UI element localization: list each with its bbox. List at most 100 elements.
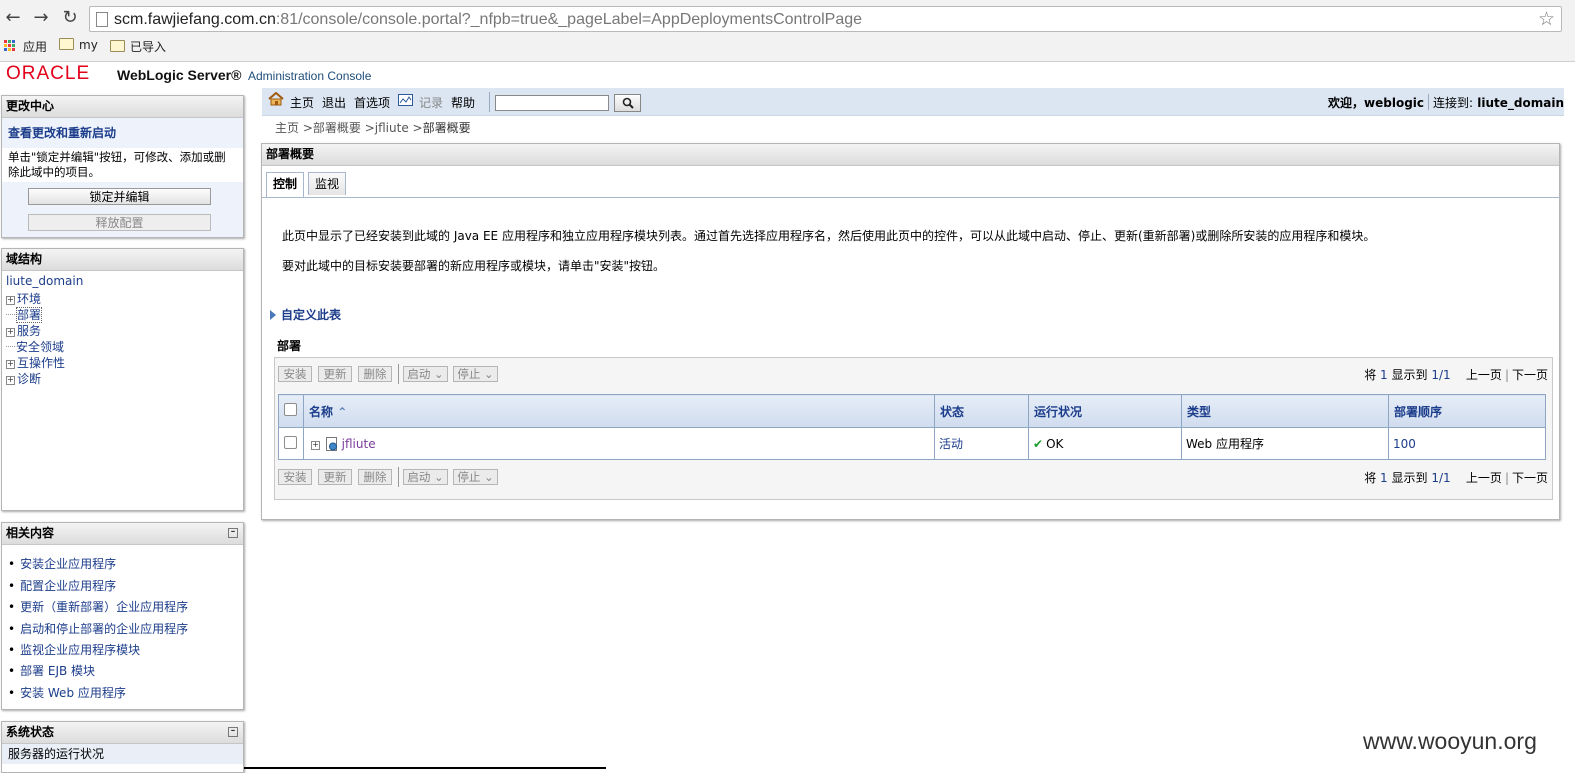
tree-item-security-realms[interactable]: 安全领域 [6, 338, 64, 355]
home-link[interactable]: 主页 [290, 94, 314, 111]
expand-icon[interactable]: + [311, 440, 320, 450]
column-order[interactable]: 部署顺序 [1388, 394, 1546, 428]
next-page-link[interactable]: 下一页 [1512, 471, 1548, 485]
record-icon[interactable] [398, 94, 413, 106]
apps-grid-icon[interactable] [4, 40, 16, 52]
sort-ascending-icon[interactable]: ⌃ [337, 405, 347, 419]
bookmark-my[interactable]: my [59, 38, 98, 52]
related-link-deploy-ejb[interactable]: • 部署 EJB 模块 [8, 662, 95, 679]
customize-table-link[interactable]: 自定义此表 [270, 306, 341, 323]
related-link-config-enterprise[interactable]: • 配置企业应用程序 [8, 577, 116, 594]
select-all-checkbox[interactable] [284, 403, 297, 416]
order-link[interactable]: 100 [1393, 437, 1416, 451]
preferences-link[interactable]: 首选项 [354, 94, 390, 111]
related-link-text[interactable]: 启动和停止部署的企业应用程序 [20, 622, 188, 636]
install-button[interactable]: 安装 [278, 469, 312, 485]
expand-icon[interactable]: + [6, 376, 15, 385]
expand-icon[interactable]: + [6, 360, 15, 369]
tree-label[interactable]: 安全领域 [16, 340, 64, 354]
browser-chrome: ← → ↻ scm.fawjiefang.com.cn:81/console/c… [0, 0, 1575, 62]
related-link-monitor-modules[interactable]: • 监视企业应用程序模块 [8, 641, 140, 658]
breadcrumb-app[interactable]: jfliute [375, 121, 409, 135]
breadcrumb-home[interactable]: 主页 [275, 121, 299, 135]
delete-button[interactable]: 删除 [358, 366, 392, 382]
address-bar[interactable]: scm.fawjiefang.com.cn:81/console/console… [89, 6, 1562, 32]
type-cell: Web 应用程序 [1181, 427, 1389, 460]
install-button[interactable]: 安装 [278, 366, 312, 382]
tab-control[interactable]: 控制 [266, 172, 304, 197]
domain-structure-panel: 域结构 liute_domain + 环境 部署 + 服务 安全领域 + 互操作性 +… [1, 248, 244, 511]
start-dropdown[interactable]: 启动 ⌄ [403, 469, 448, 485]
state-cell: 活动 [934, 427, 1029, 460]
table-actions-bottom: 安装 更新 删除 启动 ⌄ 停止 ⌄ 将 1 显示到 1/1 上一页 | 下一页 [278, 467, 1548, 487]
bookmark-imported[interactable]: 已导入 [110, 38, 166, 55]
back-icon[interactable]: ← [2, 7, 24, 29]
prev-page-link[interactable]: 上一页 [1466, 368, 1502, 382]
app-name-link[interactable]: jfliute [342, 437, 376, 451]
url-text[interactable]: scm.fawjiefang.com.cn:81/console/console… [114, 11, 862, 29]
tree-label[interactable]: 互操作性 [17, 356, 65, 370]
prev-page-link[interactable]: 上一页 [1466, 471, 1502, 485]
tree-item-deployments[interactable]: 部署 [6, 306, 43, 323]
breadcrumb-deploy-summary[interactable]: 部署概要 [313, 121, 361, 135]
folder-icon [59, 38, 74, 50]
reload-icon[interactable]: ↻ [59, 7, 81, 29]
tree-label[interactable]: 部署 [16, 307, 43, 323]
web-app-icon [325, 436, 337, 451]
collapse-icon[interactable]: – [228, 528, 238, 538]
search-input[interactable] [495, 95, 609, 111]
related-link-text[interactable]: 安装 Web 应用程序 [20, 686, 126, 700]
tree-label[interactable]: 环境 [17, 292, 41, 306]
bookmark-apps[interactable]: 应用 [23, 38, 47, 55]
stop-dropdown[interactable]: 停止 ⌄ [453, 469, 498, 485]
column-name-label[interactable]: 名称 [309, 405, 333, 419]
column-health[interactable]: 运行状况 [1028, 394, 1182, 428]
column-state[interactable]: 状态 [934, 394, 1029, 428]
tree-item-environment[interactable]: + 环境 [6, 290, 41, 307]
expand-icon[interactable]: + [6, 296, 15, 305]
related-link-start-stop[interactable]: • 启动和停止部署的企业应用程序 [8, 620, 188, 637]
related-link-text[interactable]: 部署 EJB 模块 [20, 664, 95, 678]
help-link[interactable]: 帮助 [451, 94, 475, 111]
next-page-link[interactable]: 下一页 [1512, 368, 1548, 382]
home-icon[interactable] [268, 92, 284, 106]
state-link[interactable]: 活动 [939, 437, 963, 451]
tree-label[interactable]: 诊断 [17, 372, 41, 386]
tree-label[interactable]: 服务 [17, 324, 41, 338]
tab-bar: 控制 监视 [262, 166, 1559, 198]
stop-dropdown[interactable]: 停止 ⌄ [453, 366, 498, 382]
action-separator [398, 364, 399, 384]
expand-icon[interactable]: + [6, 328, 15, 337]
change-center-title: 更改中心 [2, 96, 243, 118]
view-changes-link[interactable]: 查看更改和重新启动 [8, 124, 116, 141]
update-button[interactable]: 更新 [318, 366, 352, 382]
delete-button[interactable]: 删除 [358, 469, 392, 485]
tree-item-services[interactable]: + 服务 [6, 322, 41, 339]
chevron-down-icon: ⌄ [430, 367, 444, 381]
related-link-text[interactable]: 安装企业应用程序 [20, 557, 116, 571]
search-button[interactable] [614, 94, 641, 112]
tree-item-diagnostics[interactable]: + 诊断 [6, 370, 41, 387]
logout-link[interactable]: 退出 [322, 94, 346, 111]
column-type[interactable]: 类型 [1181, 394, 1389, 428]
domain-root-link[interactable]: liute_domain [6, 274, 83, 288]
welcome-info: 欢迎，weblogic 连接到: liute_domain [1328, 94, 1564, 111]
start-dropdown[interactable]: 启动 ⌄ [403, 366, 448, 382]
related-link-text[interactable]: 配置企业应用程序 [20, 579, 116, 593]
column-name[interactable]: 名称 ⌃ [303, 394, 935, 428]
related-link-install-web[interactable]: • 安装 Web 应用程序 [8, 684, 126, 701]
row-checkbox[interactable] [284, 435, 297, 449]
tab-monitor[interactable]: 监视 [308, 172, 346, 195]
update-button[interactable]: 更新 [318, 469, 352, 485]
lock-and-edit-button[interactable]: 锁定并编辑 [28, 188, 211, 205]
customize-text[interactable]: 自定义此表 [281, 308, 341, 322]
forward-icon[interactable]: → [30, 7, 52, 29]
record-link[interactable]: 记录 [419, 94, 443, 111]
related-link-text[interactable]: 监视企业应用程序模块 [20, 643, 140, 657]
collapse-icon[interactable]: – [228, 727, 238, 737]
related-link-update-enterprise[interactable]: • 更新（重新部署）企业应用程序 [8, 598, 188, 615]
tree-item-interoperability[interactable]: + 互操作性 [6, 354, 65, 371]
bookmark-star-icon[interactable]: ☆ [1538, 8, 1555, 30]
related-link-text[interactable]: 更新（重新部署）企业应用程序 [20, 600, 188, 614]
related-link-install-enterprise[interactable]: • 安装企业应用程序 [8, 555, 116, 572]
